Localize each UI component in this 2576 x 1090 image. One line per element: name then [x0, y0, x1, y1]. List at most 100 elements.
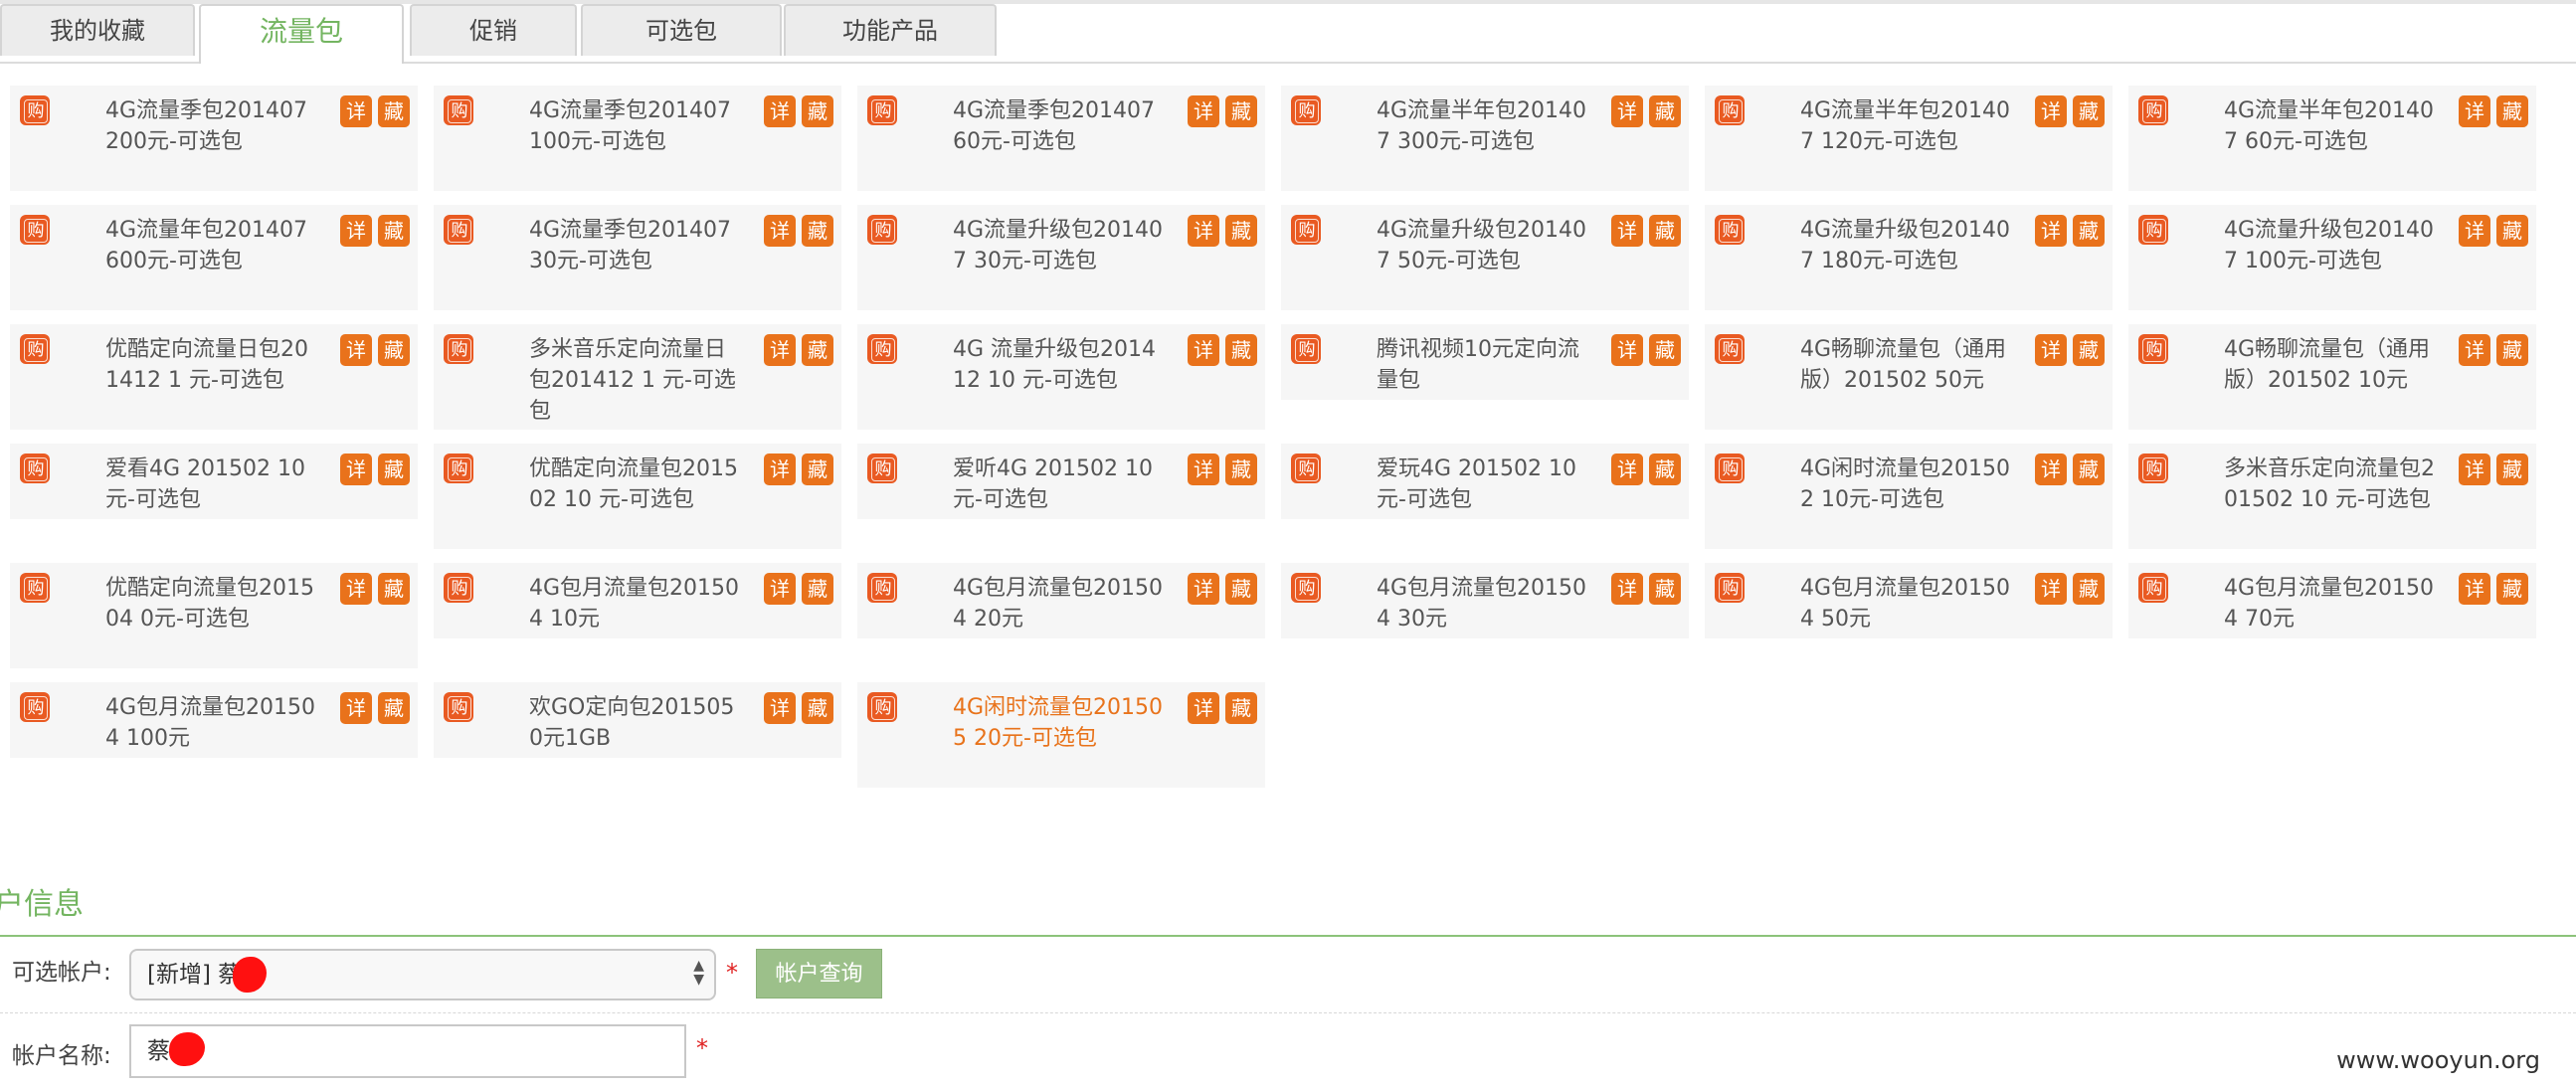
tab-data-packages[interactable]: 流量包: [199, 4, 404, 64]
product-card[interactable]: 购 4G流量季包201407 30元-可选包详藏: [434, 205, 841, 310]
product-card[interactable]: 购 4G流量升级包201407 30元-可选包详藏: [857, 205, 1265, 310]
detail-button[interactable]: 详: [764, 692, 796, 724]
favorite-button[interactable]: 藏: [378, 95, 410, 127]
product-title[interactable]: 优酷定向流量包201502 10 元-可选包: [529, 452, 744, 515]
product-title[interactable]: 爱玩4G 201502 10 元-可选包: [1377, 452, 1591, 515]
favorite-button[interactable]: 藏: [1225, 692, 1257, 724]
product-card[interactable]: 购 4G包月流量包201504 100元详藏: [10, 682, 418, 758]
product-title[interactable]: 4G包月流量包201504 30元: [1377, 571, 1591, 635]
favorite-button[interactable]: 藏: [2496, 215, 2528, 247]
product-title[interactable]: 4G包月流量包201504 10元: [529, 571, 744, 635]
product-title[interactable]: 欢GO定向包201505 0元1GB: [529, 690, 744, 754]
detail-button[interactable]: 详: [340, 692, 372, 724]
buy-button[interactable]: 购: [1291, 95, 1321, 125]
product-title[interactable]: 4G流量季包201407 200元-可选包: [105, 93, 320, 157]
favorite-button[interactable]: 藏: [802, 692, 833, 724]
buy-button[interactable]: 购: [444, 95, 473, 125]
favorite-button[interactable]: 藏: [1225, 95, 1257, 127]
favorite-button[interactable]: 藏: [2496, 95, 2528, 127]
detail-button[interactable]: 详: [1611, 573, 1643, 605]
product-title[interactable]: 4G畅聊流量包（通用版）201502 50元: [1800, 332, 2015, 396]
detail-button[interactable]: 详: [1611, 334, 1643, 366]
product-card[interactable]: 购 4G流量升级包201407 50元-可选包详藏: [1281, 205, 1689, 310]
detail-button[interactable]: 详: [2459, 95, 2490, 127]
favorite-button[interactable]: 藏: [2073, 95, 2105, 127]
detail-button[interactable]: 详: [2035, 334, 2067, 366]
buy-button[interactable]: 购: [2138, 334, 2168, 364]
product-card[interactable]: 购 优酷定向流量包201502 10 元-可选包详藏: [434, 444, 841, 549]
product-card[interactable]: 购 4G流量升级包201407 180元-可选包详藏: [1705, 205, 2113, 310]
detail-button[interactable]: 详: [764, 215, 796, 247]
product-title[interactable]: 多米音乐定向流量日包201412 1 元-可选包: [529, 332, 744, 427]
detail-button[interactable]: 详: [1188, 692, 1219, 724]
buy-button[interactable]: 购: [867, 454, 897, 483]
favorite-button[interactable]: 藏: [2073, 573, 2105, 605]
product-title[interactable]: 4G闲时流量包201502 10元-可选包: [1800, 452, 2015, 515]
detail-button[interactable]: 详: [2459, 334, 2490, 366]
detail-button[interactable]: 详: [1188, 95, 1219, 127]
product-title[interactable]: 4G流量年包201407 600元-可选包: [105, 213, 320, 276]
detail-button[interactable]: 详: [2459, 454, 2490, 485]
buy-button[interactable]: 购: [1715, 573, 1745, 603]
product-card[interactable]: 购 4G畅聊流量包（通用版）201502 50元详藏: [1705, 324, 2113, 430]
tab-optional-packages[interactable]: 可选包: [581, 4, 782, 56]
product-card[interactable]: 购 优酷定向流量日包201412 1 元-可选包详藏: [10, 324, 418, 430]
detail-button[interactable]: 详: [340, 454, 372, 485]
tab-my-favorites[interactable]: 我的收藏: [0, 4, 195, 56]
buy-button[interactable]: 购: [20, 334, 50, 364]
product-card[interactable]: 购 腾讯视频10元定向流量包详藏: [1281, 324, 1689, 400]
favorite-button[interactable]: 藏: [1649, 454, 1681, 485]
buy-button[interactable]: 购: [867, 215, 897, 245]
detail-button[interactable]: 详: [2035, 573, 2067, 605]
buy-button[interactable]: 购: [1291, 573, 1321, 603]
favorite-button[interactable]: 藏: [802, 215, 833, 247]
detail-button[interactable]: 详: [764, 334, 796, 366]
favorite-button[interactable]: 藏: [1225, 454, 1257, 485]
buy-button[interactable]: 购: [444, 334, 473, 364]
product-card[interactable]: 购 欢GO定向包201505 0元1GB 详藏: [434, 682, 841, 758]
account-select[interactable]: [新增] 蔡 ▲ ▼: [129, 949, 716, 1000]
tab-promotions[interactable]: 促销: [410, 4, 577, 56]
detail-button[interactable]: 详: [2035, 454, 2067, 485]
detail-button[interactable]: 详: [1188, 454, 1219, 485]
favorite-button[interactable]: 藏: [378, 692, 410, 724]
detail-button[interactable]: 详: [2459, 215, 2490, 247]
product-card[interactable]: 购 优酷定向流量包201504 0元-可选包详藏: [10, 563, 418, 668]
product-title[interactable]: 爱看4G 201502 10 元-可选包: [105, 452, 320, 515]
product-card[interactable]: 购 4G流量季包201407 200元-可选包详藏: [10, 86, 418, 191]
product-card[interactable]: 购 4G流量半年包201407 300元-可选包详藏: [1281, 86, 1689, 191]
buy-button[interactable]: 购: [1715, 454, 1745, 483]
favorite-button[interactable]: 藏: [802, 334, 833, 366]
favorite-button[interactable]: 藏: [378, 334, 410, 366]
detail-button[interactable]: 详: [340, 215, 372, 247]
product-title[interactable]: 4G闲时流量包201505 20元-可选包: [953, 690, 1168, 754]
favorite-button[interactable]: 藏: [2073, 215, 2105, 247]
account-query-button[interactable]: 帐户查询: [756, 949, 882, 999]
detail-button[interactable]: 详: [764, 573, 796, 605]
product-title[interactable]: 爱听4G 201502 10 元-可选包: [953, 452, 1168, 515]
product-card[interactable]: 购 4G流量半年包201407 120元-可选包详藏: [1705, 86, 2113, 191]
favorite-button[interactable]: 藏: [1225, 334, 1257, 366]
product-card[interactable]: 购 4G流量半年包201407 60元-可选包详藏: [2128, 86, 2536, 191]
detail-button[interactable]: 详: [340, 573, 372, 605]
buy-button[interactable]: 购: [20, 573, 50, 603]
product-title[interactable]: 优酷定向流量包201504 0元-可选包: [105, 571, 320, 635]
product-title[interactable]: 4G包月流量包201504 50元: [1800, 571, 2015, 635]
favorite-button[interactable]: 藏: [1649, 215, 1681, 247]
product-title[interactable]: 4G流量季包201407 30元-可选包: [529, 213, 744, 276]
detail-button[interactable]: 详: [340, 334, 372, 366]
product-card[interactable]: 购 4G闲时流量包201502 10元-可选包详藏: [1705, 444, 2113, 549]
product-title[interactable]: 4G流量半年包201407 120元-可选包: [1800, 93, 2015, 157]
product-title[interactable]: 4G流量季包201407 60元-可选包: [953, 93, 1168, 157]
product-card[interactable]: 购 4G流量升级包201407 100元-可选包详藏: [2128, 205, 2536, 310]
detail-button[interactable]: 详: [1611, 454, 1643, 485]
account-name-input[interactable]: 蔡: [129, 1024, 686, 1078]
favorite-button[interactable]: 藏: [802, 573, 833, 605]
buy-button[interactable]: 购: [1715, 215, 1745, 245]
favorite-button[interactable]: 藏: [378, 215, 410, 247]
buy-button[interactable]: 购: [1291, 215, 1321, 245]
buy-button[interactable]: 购: [2138, 454, 2168, 483]
product-card[interactable]: 购 4G 流量升级包201412 10 元-可选包详藏: [857, 324, 1265, 430]
favorite-button[interactable]: 藏: [2496, 454, 2528, 485]
product-card[interactable]: 购 4G流量季包201407 100元-可选包详藏: [434, 86, 841, 191]
